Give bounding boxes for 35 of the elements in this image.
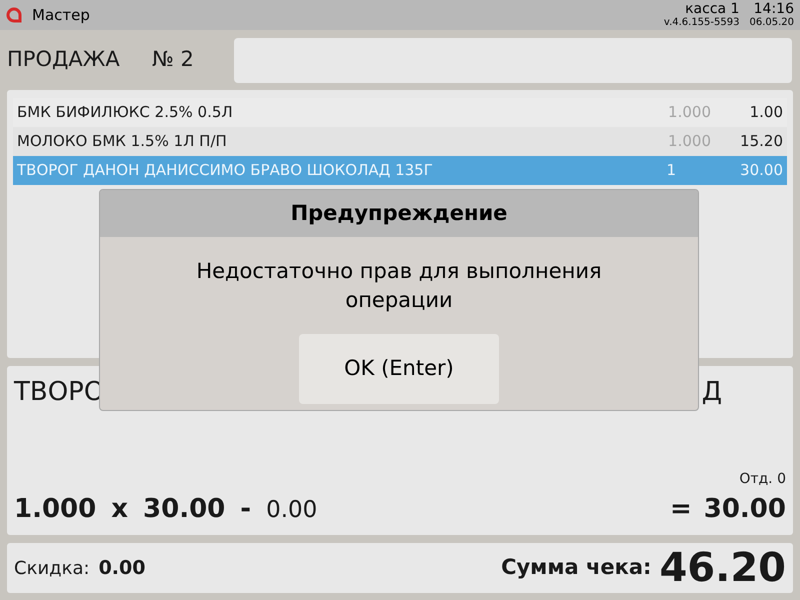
discount-label: Скидка: (14, 556, 90, 580)
equals-sign: = (670, 493, 692, 526)
logo-icon (6, 7, 22, 23)
item-name: ТВОРОГ ДАНОН ДАНИССИМО БРАВО ШОКОЛАД 135Г (17, 160, 434, 182)
time-label: 14:16 (754, 2, 794, 16)
line-total: 30.00 (704, 493, 786, 526)
item-quantity: 1 (665, 160, 677, 182)
item-quantity: 1.000 (667, 102, 711, 124)
version-label: v.4.6.155-5593 (664, 18, 740, 28)
input-field[interactable] (234, 38, 792, 82)
item-quantity: 1.000 (667, 131, 711, 152)
quantity-value: 1.000 (14, 493, 96, 526)
app-title: Мастер (32, 4, 90, 26)
register-label: касса 1 (685, 2, 740, 16)
discount-total: 0.00 (98, 556, 146, 581)
sale-title: ПРОДАЖА (7, 46, 121, 74)
department-label: Отд. 0 (739, 470, 786, 489)
receipt-total-label: Сумма чека: (501, 554, 652, 582)
date-label: 06.05.20 (749, 18, 794, 28)
multiply-sign: x (111, 493, 128, 526)
item-price: 15.20 (739, 131, 783, 152)
item-name: БМК БИФИЛЮКС 2.5% 0.5Л (17, 102, 234, 124)
ok-button[interactable]: OK (Enter) (299, 334, 499, 404)
item-price: 30.00 (739, 160, 783, 182)
product-name: Д (702, 376, 722, 408)
unit-price: 30.00 (143, 493, 226, 526)
receipt-number: № 2 (152, 46, 195, 74)
discount-value: 0.00 (266, 496, 318, 525)
item-price: 1.00 (748, 102, 783, 124)
dialog-title: Предупреждение (290, 200, 508, 227)
dialog-message: Недостаточно прав для выполнения операции (195, 258, 603, 314)
item-row[interactable]: МОЛОКО БМК 1.5% 1Л П/П 1.000 15.20 (13, 127, 787, 156)
minus-sign: - (240, 493, 252, 526)
item-name: МОЛОКО БМК 1.5% 1Л П/П (17, 131, 228, 152)
receipt-total: 46.20 (659, 545, 786, 591)
